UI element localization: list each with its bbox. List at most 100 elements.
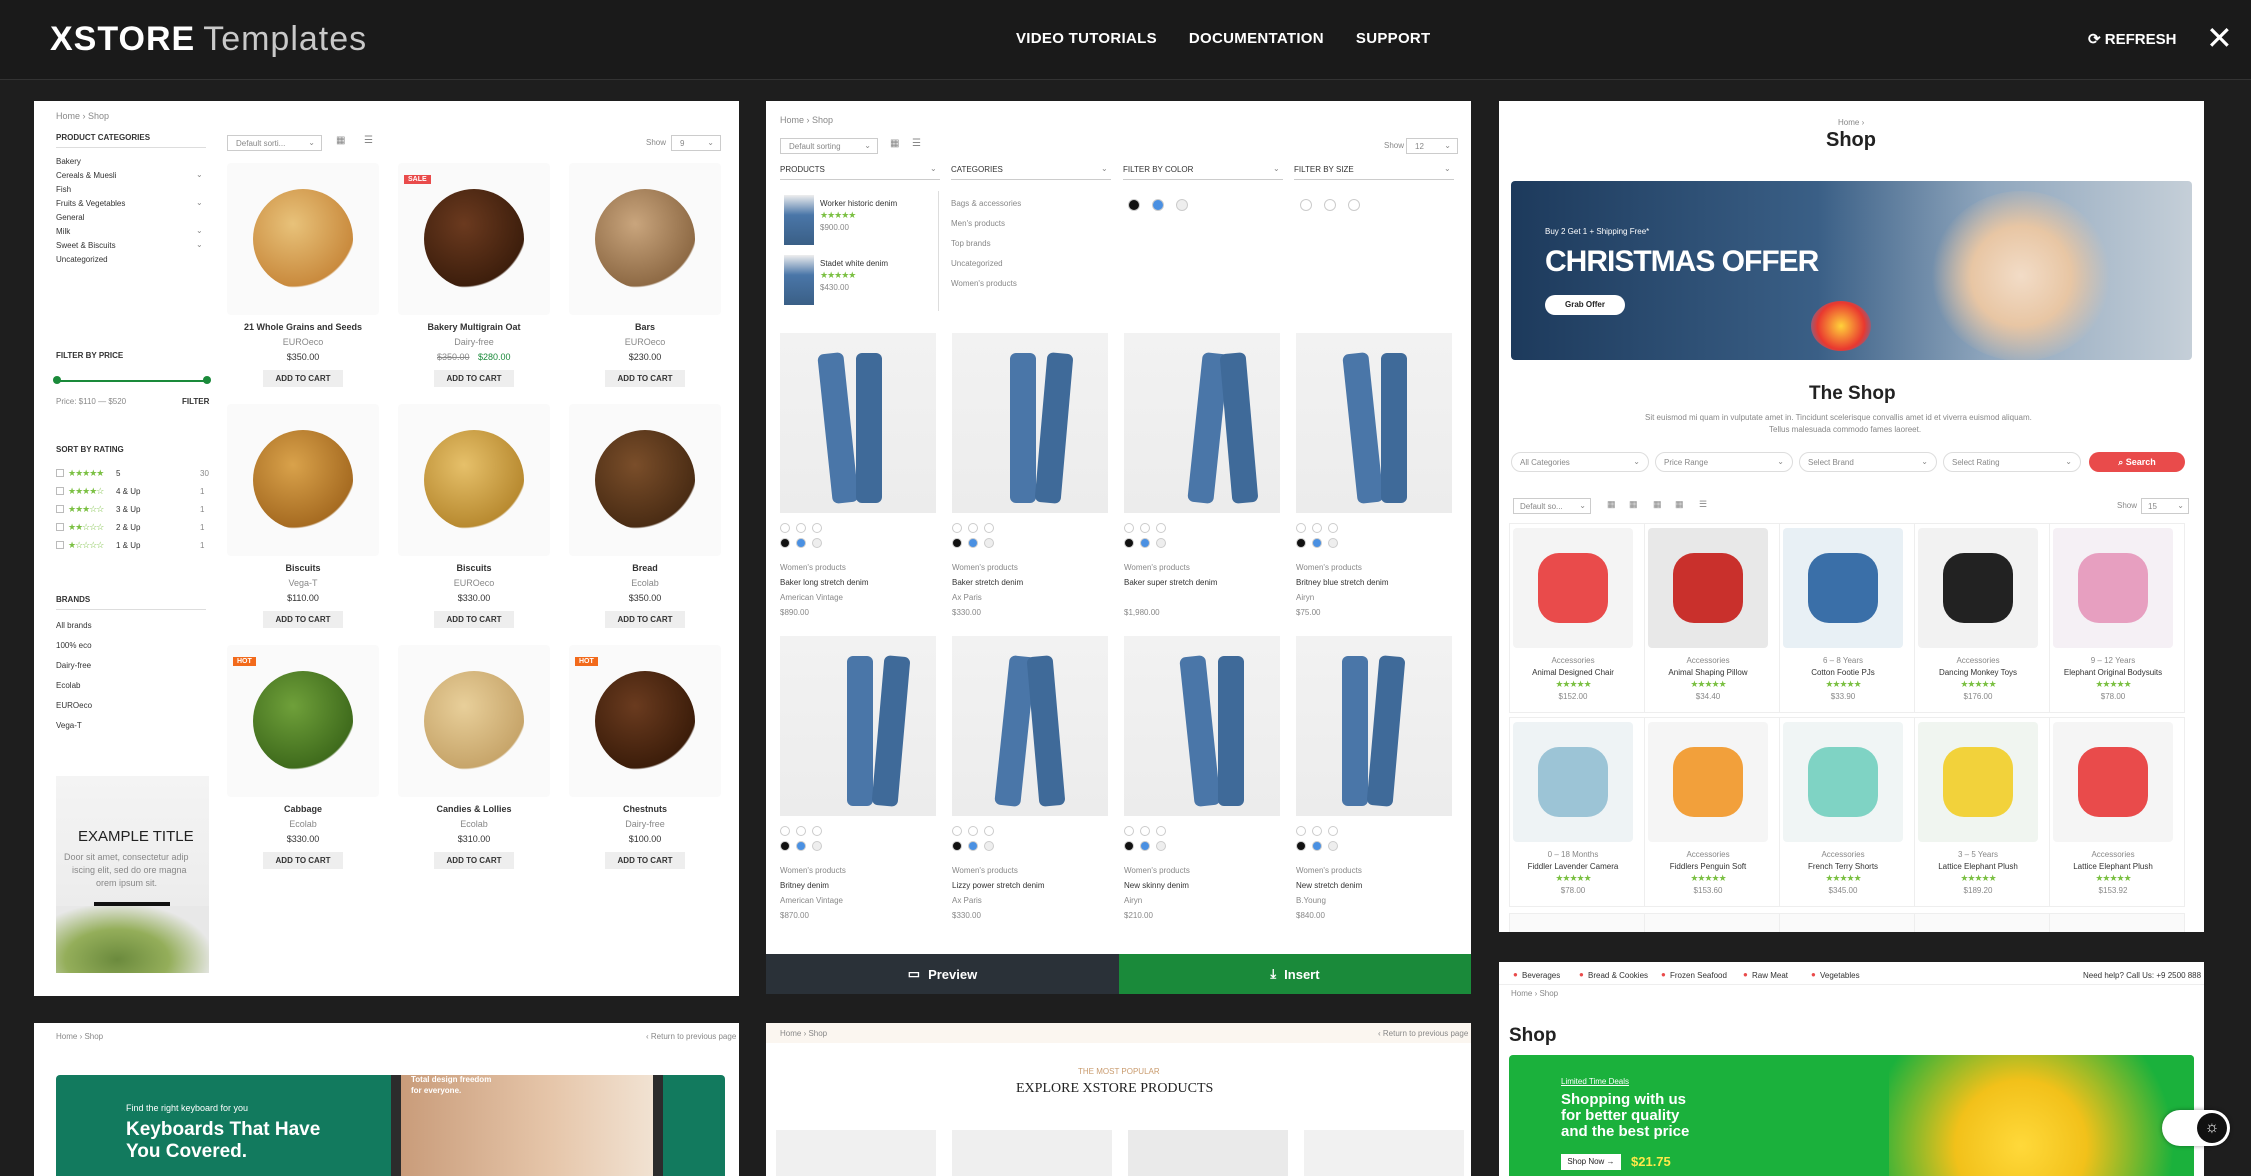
filter-select[interactable]: Select Brand ⌄ [1799, 452, 1937, 472]
product-name[interactable]: Baker stretch denim [952, 578, 1023, 587]
size-swatch[interactable] [1296, 826, 1306, 836]
grid-view-icon[interactable]: ▦ [336, 135, 345, 146]
product-name[interactable]: Fiddler Lavender Camera [1528, 862, 1619, 871]
product-name[interactable]: Fiddlers Penguin Soft [1670, 862, 1747, 871]
product-tile[interactable] [1304, 1130, 1464, 1176]
color-swatch[interactable] [1152, 199, 1164, 211]
search-button[interactable]: ⌕ Search [2089, 452, 2185, 472]
color-swatch[interactable] [1296, 841, 1306, 851]
size-swatch[interactable] [1296, 523, 1306, 533]
product-image[interactable] [227, 163, 379, 315]
color-swatch[interactable] [796, 538, 806, 548]
product-card[interactable] [2049, 913, 2185, 932]
product-image[interactable] [1918, 722, 2038, 842]
product-name[interactable]: Animal Shaping Pillow [1668, 668, 1747, 677]
color-swatch[interactable] [1124, 538, 1134, 548]
category-item[interactable]: Top brands [951, 239, 991, 248]
size-swatch[interactable] [952, 826, 962, 836]
rating-checkbox[interactable] [56, 505, 64, 513]
grab-offer-button[interactable]: Grab Offer [1545, 295, 1625, 315]
product-name[interactable]: Britney blue stretch denim [1296, 578, 1389, 587]
brand-item[interactable]: 100% eco [56, 641, 92, 650]
product-name[interactable]: Animal Designed Chair [1532, 668, 1614, 677]
color-swatch[interactable] [952, 538, 962, 548]
size-swatch[interactable] [1124, 826, 1134, 836]
add-to-cart-button[interactable]: ADD TO CART [605, 370, 685, 387]
product-name[interactable]: Candies & Lollies [436, 804, 511, 814]
product-image[interactable] [780, 333, 936, 513]
product-image[interactable] [952, 636, 1108, 816]
color-swatch[interactable] [1328, 538, 1338, 548]
category-item[interactable]: Bread & Cookies [1588, 971, 1648, 980]
category-item[interactable]: Men's products [951, 219, 1005, 228]
theme-toggle[interactable]: ☼ [2162, 1110, 2230, 1146]
filter-select[interactable]: Price Range ⌄ [1655, 452, 1793, 472]
show-select[interactable]: 9 ⌄ [671, 135, 721, 151]
size-swatch[interactable] [984, 523, 994, 533]
product-name[interactable]: Baker super stretch denim [1124, 578, 1217, 587]
product-name[interactable]: French Terry Shorts [1808, 862, 1878, 871]
product-name[interactable]: Cabbage [284, 804, 322, 814]
product-card[interactable] [1779, 913, 1915, 932]
product-image[interactable] [1124, 333, 1280, 513]
filter-button[interactable]: FILTER [182, 397, 209, 406]
return-link[interactable]: ‹ Return to previous page [1378, 1029, 1468, 1038]
template-card-explore[interactable]: Home › Shop ‹ Return to previous page TH… [766, 1023, 1471, 1176]
rating-checkbox[interactable] [56, 541, 64, 549]
brand-item[interactable]: Vega-T [56, 721, 82, 730]
product-image[interactable] [780, 636, 936, 816]
size-swatch[interactable] [1328, 826, 1338, 836]
add-to-cart-button[interactable]: ADD TO CART [605, 611, 685, 628]
product-name[interactable]: Cotton Footie PJs [1811, 668, 1875, 677]
size-swatch[interactable] [1140, 523, 1150, 533]
product-tile[interactable] [1128, 1130, 1288, 1176]
filter-select[interactable]: All Categories ⌄ [1511, 452, 1649, 472]
product-name[interactable]: Biscuits [456, 563, 491, 573]
chevron-down-icon[interactable]: ⌄ [1101, 164, 1108, 173]
size-swatch[interactable] [780, 826, 790, 836]
category-item[interactable]: Beverages [1522, 971, 1560, 980]
product-image[interactable] [398, 645, 550, 797]
product-image[interactable] [2053, 528, 2173, 648]
size-swatch[interactable] [968, 523, 978, 533]
nav-support[interactable]: SUPPORT [1356, 30, 1431, 47]
color-swatch[interactable] [812, 538, 822, 548]
list-view-icon[interactable]: ☰ [912, 138, 921, 149]
category-item[interactable]: Bakery [56, 157, 81, 166]
mini-product-image[interactable] [784, 255, 814, 305]
category-item[interactable]: Milk [56, 227, 70, 236]
sort-select[interactable]: Default sorting ⌄ [780, 138, 878, 154]
template-card-grocery-green[interactable]: ● Beverages ● Bread & Cookies ● Frozen Seafoo… [1499, 962, 2204, 1176]
add-to-cart-button[interactable]: ADD TO CART [434, 370, 514, 387]
product-image[interactable] [1783, 528, 1903, 648]
slider-handle-max[interactable] [203, 376, 211, 384]
template-card-denim[interactable]: Home › Shop Default sorting ⌄ ▦ ☰ Show 12… [766, 101, 1471, 994]
product-name[interactable]: New stretch denim [1296, 881, 1362, 890]
product-image[interactable] [1648, 722, 1768, 842]
mini-product-image[interactable] [784, 195, 814, 245]
size-swatch[interactable] [1312, 523, 1322, 533]
size-swatch[interactable] [1140, 826, 1150, 836]
product-name[interactable]: Chestnuts [623, 804, 667, 814]
product-card[interactable] [1914, 913, 2050, 932]
color-swatch[interactable] [984, 841, 994, 851]
size-swatch[interactable] [968, 826, 978, 836]
template-card-kids[interactable]: Home › Shop Buy 2 Get 1 + Shipping Free*… [1499, 101, 2204, 932]
size-swatch[interactable] [812, 523, 822, 533]
add-to-cart-button[interactable]: ADD TO CART [434, 611, 514, 628]
category-item[interactable]: Frozen Seafood [1670, 971, 1727, 980]
size-swatch[interactable] [1324, 199, 1336, 211]
add-to-cart-button[interactable]: ADD TO CART [263, 370, 343, 387]
size-swatch[interactable] [1328, 523, 1338, 533]
product-name[interactable]: Bars [635, 322, 655, 332]
size-swatch[interactable] [1300, 199, 1312, 211]
category-item[interactable]: Uncategorized [951, 259, 1003, 268]
product-image[interactable]: HOT [569, 645, 721, 797]
product-image[interactable] [1513, 722, 1633, 842]
category-item[interactable]: Women's products [951, 279, 1017, 288]
mini-product-name[interactable]: Stadet white denim [820, 259, 888, 268]
category-item[interactable]: Sweet & Biscuits [56, 241, 116, 250]
product-image[interactable]: HOT [227, 645, 379, 797]
mini-product-name[interactable]: Worker historic denim [820, 199, 897, 208]
product-name[interactable]: Dancing Monkey Toys [1939, 668, 2017, 677]
